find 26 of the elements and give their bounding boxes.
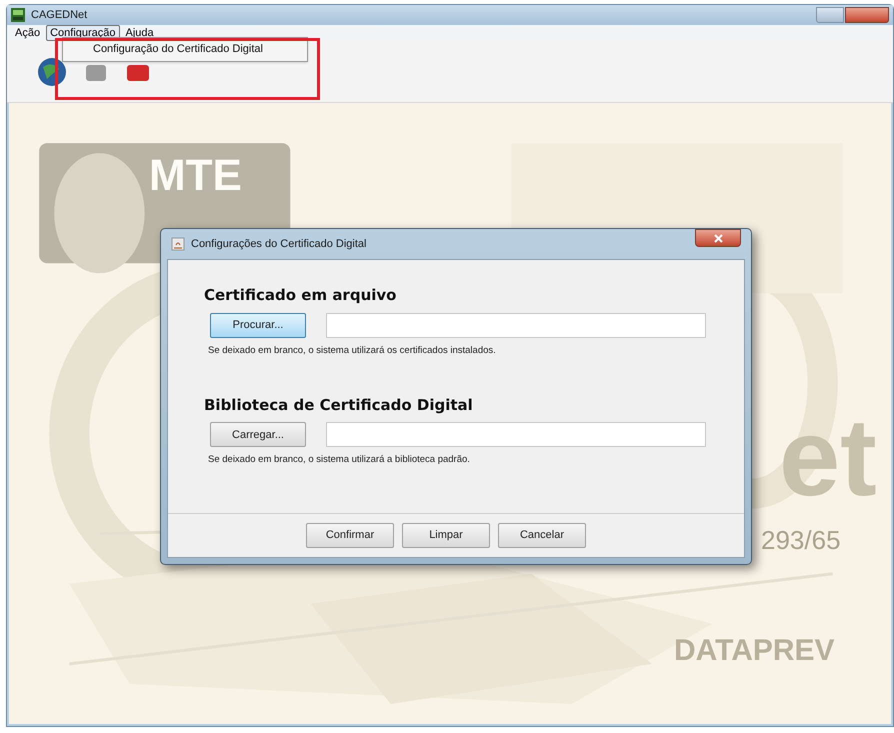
path-field[interactable] [326,312,706,338]
window-title: CAGEDNet [31,8,88,23]
dialog-button[interactable]: Carregar... [210,422,306,448]
dialog-button[interactable]: Confirmar [306,523,394,548]
globe-icon[interactable] [37,56,67,86]
menu-item[interactable]: Ação [11,25,44,41]
close-button[interactable] [845,7,889,23]
menu-entry[interactable]: Configuração do Certificado Digital [93,41,263,58]
hint-text: Se deixado em branco, o sistema utilizará os certificados instalados. [207,344,497,358]
logo-text: 293/65 [761,524,841,557]
section-heading: Certificado em arquivo [204,285,398,306]
hint-text: Se deixado em branco, o sistema utilizará a biblioteca padrão. [207,453,471,468]
logo-text: MTE [149,150,242,202]
logo-text: et [779,403,877,513]
dialog-button[interactable]: Procurar... [210,312,306,338]
logo-text: DATAPREV [674,633,835,669]
dialog-button[interactable]: Cancelar [498,523,586,548]
close-button[interactable] [695,229,741,247]
section-heading: Biblioteca de Certificado Digital [204,394,474,416]
dialog-button[interactable]: Limpar [402,523,490,548]
app-icon [11,8,25,22]
close-icon [714,234,722,242]
menu-item[interactable]: Ajuda [122,25,158,41]
dialog-title: Configurações do Certificado Digital [191,236,366,252]
minimize-button[interactable] [816,7,844,23]
path-field[interactable] [326,422,706,448]
